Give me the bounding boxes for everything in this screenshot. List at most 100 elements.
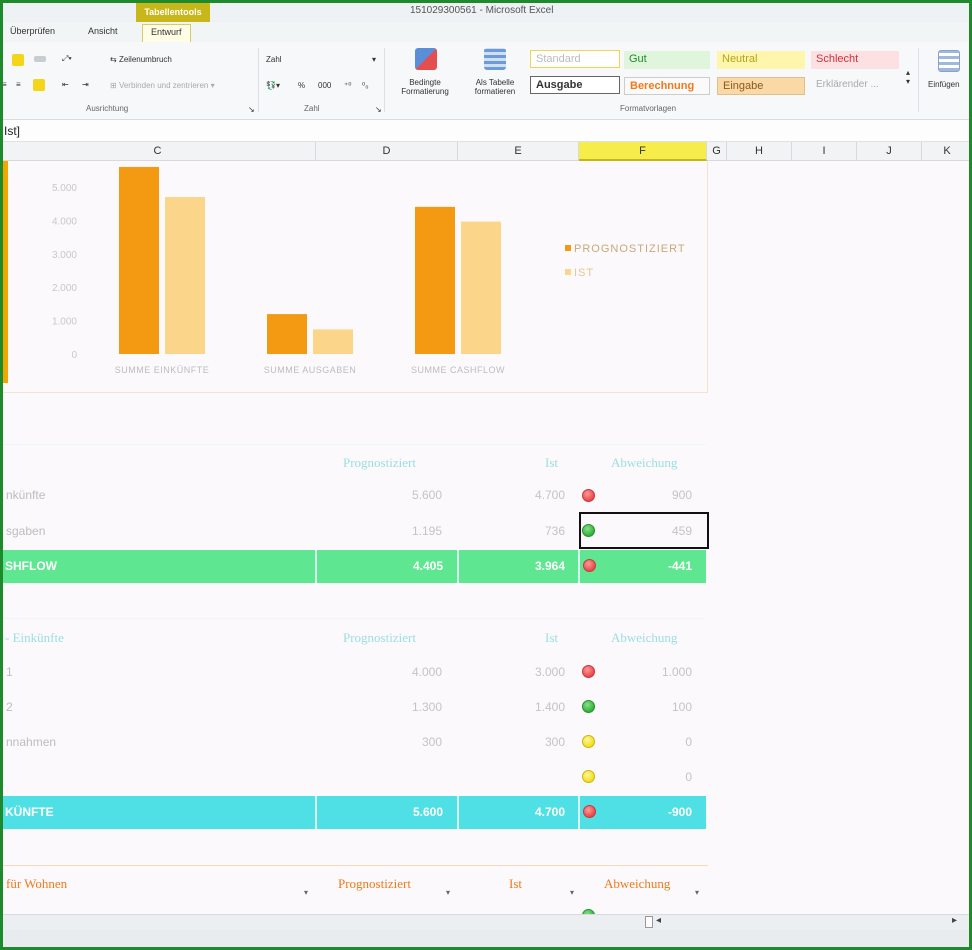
cell-prognostiziert[interactable]: 5.600 — [380, 488, 442, 502]
tab-ueberpruefen[interactable]: Überprüfen — [10, 26, 55, 36]
insert-cells-icon[interactable] — [938, 50, 960, 72]
align-right-icon[interactable] — [33, 79, 45, 91]
style-standard[interactable]: Standard — [530, 50, 620, 68]
legend-label: IST — [574, 267, 594, 279]
cell-prognostiziert[interactable]: 4.000 — [380, 665, 442, 679]
status-yellow-icon — [582, 735, 595, 748]
cashflow-total-abweichung[interactable]: -441 — [630, 559, 692, 573]
format-as-table-button[interactable]: Als Tabelle formatieren — [460, 78, 530, 96]
conditional-formatting-line2: Formatierung — [401, 87, 449, 96]
conditional-formatting-icon[interactable] — [415, 48, 437, 70]
selected-cell[interactable] — [579, 512, 709, 549]
status-bar — [0, 930, 972, 950]
styles-scroll-icon[interactable]: ▴ ▾ — [906, 68, 910, 86]
filter-dropdown-icon[interactable]: ▾ — [446, 888, 450, 897]
cashflow-total-ist[interactable]: 3.964 — [503, 559, 565, 573]
decrease-decimal-icon[interactable]: ⁰₀ — [362, 81, 369, 90]
table-border — [3, 444, 706, 445]
format-as-table-icon[interactable] — [484, 48, 506, 70]
cell-ist[interactable]: 3.000 — [500, 665, 565, 679]
group-alignment-label: Ausrichtung — [86, 104, 129, 113]
number-format-select[interactable]: Zahl — [266, 55, 282, 64]
style-eingabe[interactable]: Eingabe — [717, 77, 805, 95]
align-center-icon[interactable]: ≡ — [16, 80, 21, 89]
x-category-label: SUMME EINKÜNFTE — [115, 365, 210, 375]
column-header-c[interactable]: C — [0, 142, 316, 161]
style-erklaerend[interactable]: Erklärender ... — [811, 77, 899, 95]
conditional-formatting-button[interactable]: Bedingte Formatierung — [390, 78, 460, 96]
cell-ist[interactable]: 1.400 — [500, 700, 565, 714]
cell-abweichung[interactable]: 100 — [630, 700, 692, 714]
cell-ist[interactable]: 736 — [500, 524, 565, 538]
column-header-d[interactable]: D — [316, 142, 458, 161]
legend-label: PROGNOSTIZIERT — [574, 243, 686, 255]
row-label: nkünfte — [6, 488, 46, 502]
cell-prognostiziert[interactable]: 1.195 — [380, 524, 442, 538]
table-border — [3, 865, 708, 866]
currency-icon[interactable]: 💱▾ — [266, 81, 280, 90]
style-berechnung[interactable]: Berechnung — [624, 77, 710, 95]
alignment-launcher-icon[interactable]: ↘ — [248, 105, 255, 114]
cell-abweichung[interactable]: 0 — [630, 735, 692, 749]
column-header-f[interactable]: F — [579, 142, 707, 161]
scroll-right-icon[interactable]: ▸ — [952, 915, 957, 926]
cell-ist[interactable]: 4.700 — [500, 488, 565, 502]
align-middle-icon[interactable] — [12, 54, 24, 66]
cell-prognostiziert[interactable]: 300 — [380, 735, 442, 749]
column-header-g[interactable]: G — [707, 142, 727, 161]
context-tab-tabellentools[interactable]: Tabellentools — [136, 2, 210, 22]
style-ausgabe[interactable]: Ausgabe — [530, 76, 620, 94]
column-header-k[interactable]: K — [922, 142, 972, 161]
insert-button[interactable]: Einfügen — [928, 80, 960, 89]
cashflow-total-prognostiziert[interactable]: 4.405 — [383, 559, 443, 573]
cell-ist[interactable]: 300 — [500, 735, 565, 749]
increase-decimal-icon[interactable]: ⁺⁰ — [344, 81, 351, 90]
y-tick-label: 3.000 — [52, 250, 77, 261]
align-left-icon[interactable]: ≡ — [2, 80, 7, 89]
income-total-prognostiziert[interactable]: 5.600 — [383, 805, 443, 819]
filter-dropdown-icon[interactable]: ▾ — [570, 888, 574, 897]
row-label: 2 — [6, 700, 13, 714]
orientation-icon[interactable]: ⤢▾ — [62, 54, 72, 64]
horizontal-scrollbar[interactable]: ◂ ▸ — [0, 914, 972, 930]
scroll-thumb[interactable] — [645, 916, 653, 928]
indent-increase-icon[interactable]: ⇥ — [82, 80, 89, 89]
band-divider — [578, 796, 580, 829]
cashflow-chart[interactable]: 0 1.000 2.000 3.000 4.000 5.000 SUMME EINKÜNFT… — [3, 161, 708, 393]
percent-button[interactable]: % — [298, 81, 305, 90]
style-gut[interactable]: Gut — [624, 51, 710, 69]
scroll-left-icon[interactable]: ◂ — [656, 915, 661, 926]
style-neutral[interactable]: Neutral — [717, 51, 805, 69]
income-total-abweichung[interactable]: -900 — [630, 805, 692, 819]
filter-dropdown-icon[interactable]: ▾ — [695, 888, 699, 897]
column-header-e[interactable]: E — [458, 142, 579, 161]
tab-ansicht[interactable]: Ansicht — [88, 26, 118, 36]
formula-bar[interactable]: Ist] — [0, 120, 972, 142]
cell-abweichung[interactable]: 1.000 — [630, 665, 692, 679]
ribbon: ⤢▾ ⇆ Zeilenumbruch ≡ ≡ ⇤ ⇥ ⊞ Verbinden u… — [0, 42, 972, 120]
bar-prognostiziert-1 — [119, 166, 159, 354]
indent-decrease-icon[interactable]: ⇤ — [62, 80, 69, 89]
number-format-dropdown-icon[interactable]: ▾ — [372, 55, 376, 64]
align-bottom-icon[interactable] — [34, 56, 46, 62]
column-header-h[interactable]: H — [727, 142, 792, 161]
number-launcher-icon[interactable]: ↘ — [375, 105, 382, 114]
row-label: 1 — [6, 665, 13, 679]
bar-ist-2 — [313, 329, 353, 354]
thousands-button[interactable]: 000 — [318, 81, 331, 90]
wrap-text-button[interactable]: ⇆ Zeilenumbruch — [110, 55, 172, 64]
y-tick-label: 2.000 — [52, 283, 77, 294]
cell-abweichung[interactable]: 900 — [630, 488, 692, 502]
income-total-ist[interactable]: 4.700 — [503, 805, 565, 819]
filter-dropdown-icon[interactable]: ▾ — [304, 888, 308, 897]
cell-prognostiziert[interactable]: 1.300 — [380, 700, 442, 714]
housing-header-abweichung: Abweichung — [604, 876, 671, 891]
wrap-text-label: Zeilenumbruch — [118, 55, 172, 64]
merge-center-button[interactable]: ⊞ Verbinden und zentrieren ▾ — [110, 81, 215, 90]
column-header-i[interactable]: I — [792, 142, 857, 161]
cell-abweichung[interactable]: 0 — [630, 770, 692, 784]
tab-entwurf[interactable]: Entwurf — [142, 24, 191, 42]
style-schlecht[interactable]: Schlecht — [811, 51, 899, 69]
chart-svg: 0 1.000 2.000 3.000 4.000 5.000 SUMME EINKÜNFT… — [52, 166, 686, 375]
column-header-j[interactable]: J — [857, 142, 922, 161]
